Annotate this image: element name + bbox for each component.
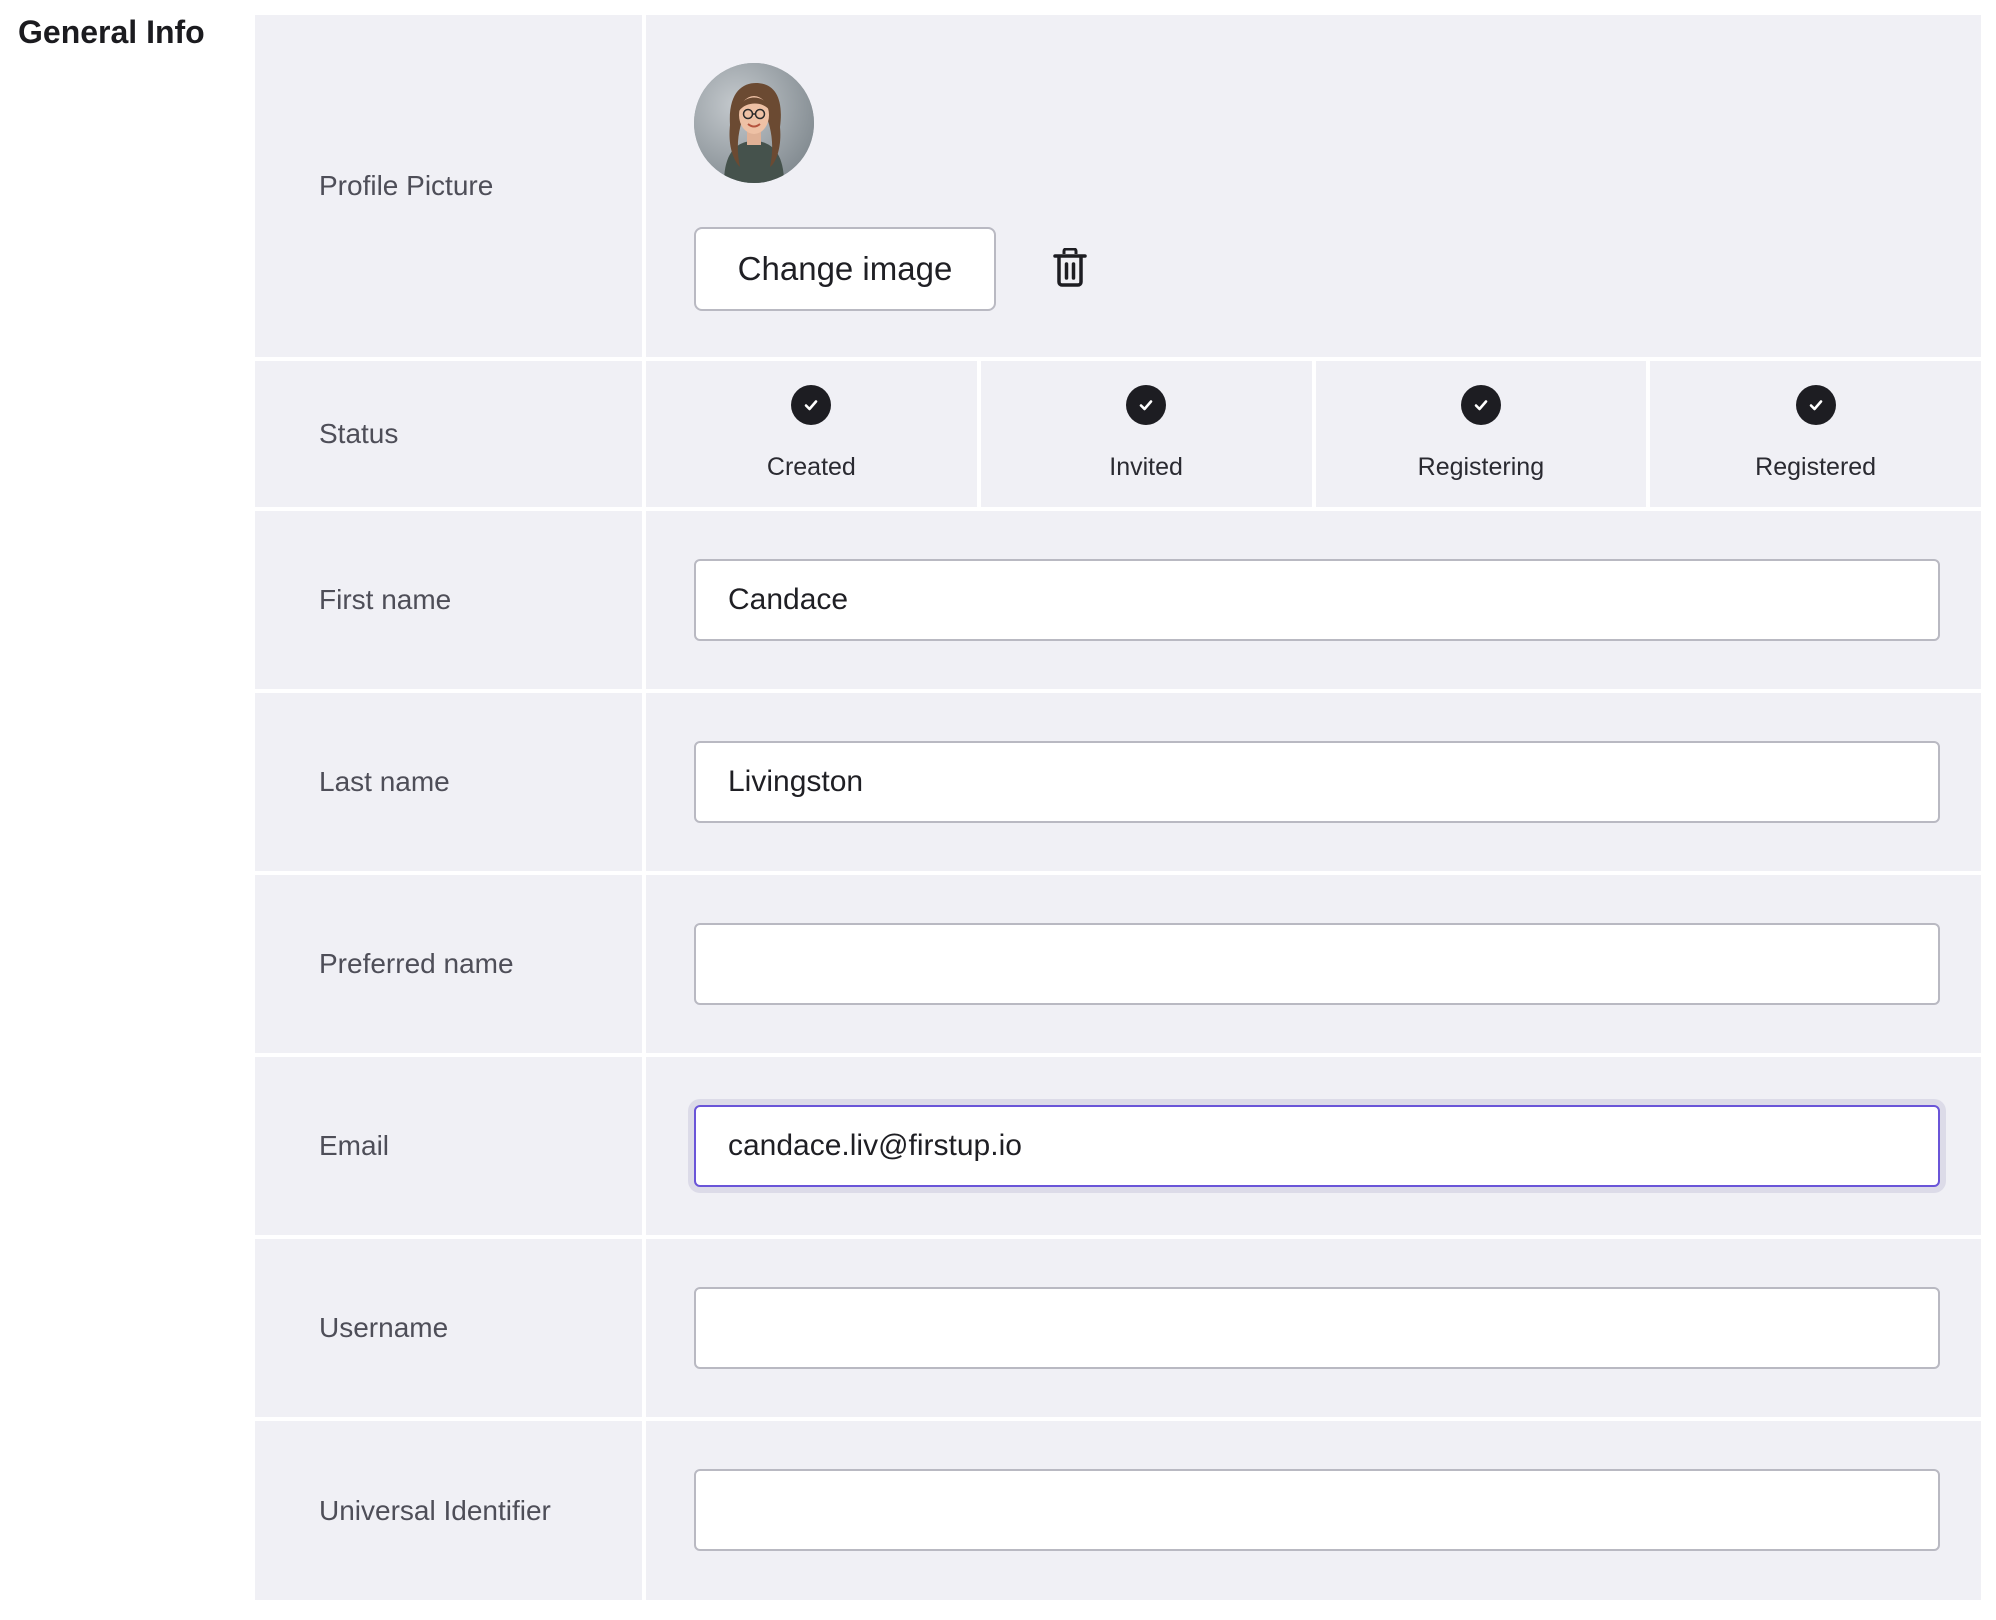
status-cell: Created Invited Registering Registered	[646, 361, 1981, 507]
email-field[interactable]	[694, 1105, 1940, 1187]
status-label: Status	[255, 361, 642, 507]
profile-picture-cell: Change image	[646, 15, 1981, 357]
avatar	[694, 63, 814, 183]
general-info-form: Profile Picture Change image Status Crea…	[255, 15, 1981, 1600]
universal-identifier-field[interactable]	[694, 1469, 1940, 1551]
status-step-label: Registered	[1755, 453, 1877, 481]
preferred-name-cell	[646, 875, 1981, 1053]
change-image-button[interactable]: Change image	[694, 227, 996, 311]
avatar-image	[694, 63, 814, 183]
first-name-label: First name	[255, 511, 642, 689]
status-step-invited: Invited	[980, 361, 1312, 507]
status-step-label: Created	[766, 453, 856, 481]
trash-icon-graphic	[1053, 247, 1087, 287]
email-cell	[646, 1057, 1981, 1235]
status-steps: Created Invited Registering Registered	[646, 361, 1981, 507]
preferred-name-label: Preferred name	[255, 875, 642, 1053]
email-label: Email	[255, 1057, 642, 1235]
check-icon	[791, 385, 832, 425]
last-name-cell	[646, 693, 1981, 871]
last-name-label: Last name	[255, 693, 642, 871]
universal-identifier-label: Universal Identifier	[255, 1421, 642, 1600]
section-title: General Info	[18, 14, 205, 50]
last-name-field[interactable]	[694, 741, 1940, 823]
status-step-created: Created	[646, 361, 977, 507]
status-step-label: Invited	[1109, 453, 1183, 481]
profile-picture-label: Profile Picture	[255, 15, 642, 357]
status-step-registering: Registering	[1315, 361, 1647, 507]
status-step-label: Registering	[1417, 453, 1545, 481]
check-icon	[1460, 385, 1501, 425]
username-field[interactable]	[694, 1287, 1940, 1369]
check-icon	[1795, 385, 1836, 425]
check-icon	[1126, 385, 1167, 425]
status-step-registered: Registered	[1650, 361, 1981, 507]
username-label: Username	[255, 1239, 642, 1417]
first-name-field[interactable]	[694, 559, 1940, 641]
preferred-name-field[interactable]	[694, 923, 1940, 1005]
first-name-cell	[646, 511, 1981, 689]
general-info-page: General Info Profile Picture Change imag…	[0, 0, 1996, 1620]
universal-identifier-cell	[646, 1421, 1981, 1600]
trash-icon[interactable]	[1046, 245, 1094, 293]
username-cell	[646, 1239, 1981, 1417]
